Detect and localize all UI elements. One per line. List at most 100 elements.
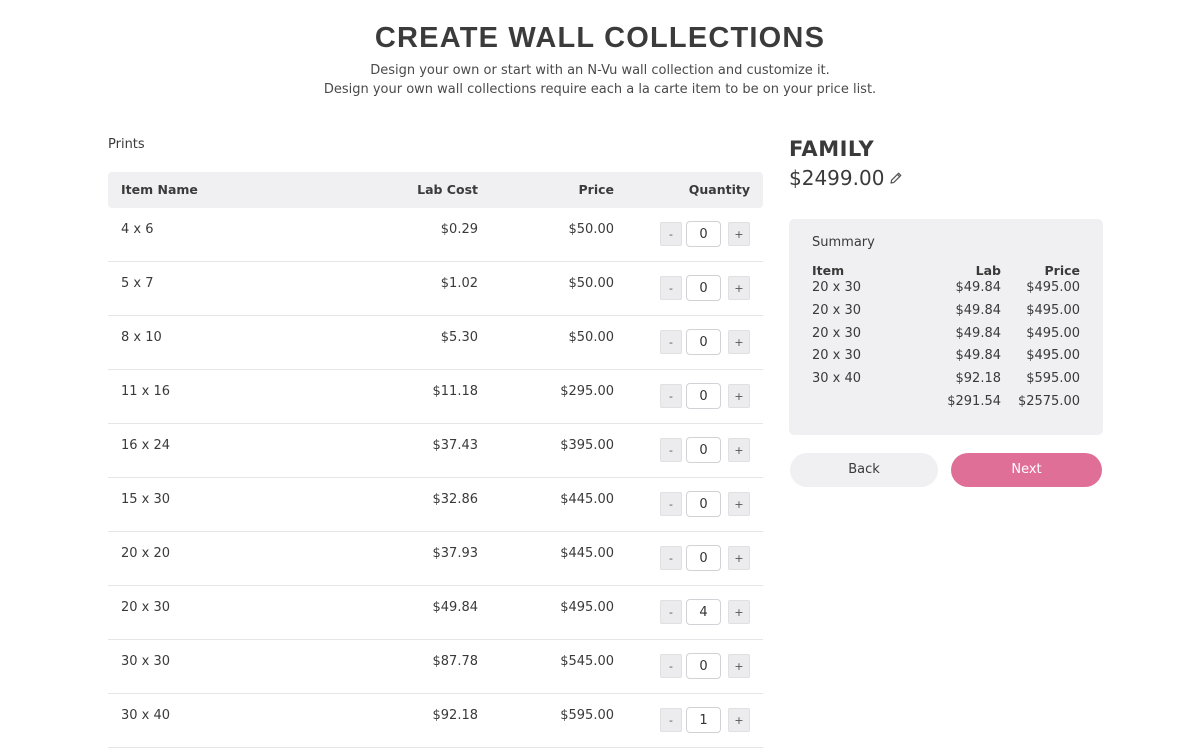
increment-button[interactable]: + <box>728 384 750 408</box>
lab-cost: $87.78 <box>432 654 479 669</box>
collection-name: FAMILY <box>789 137 875 161</box>
decrement-button[interactable]: - <box>660 330 682 354</box>
table-row: 15 x 30$32.86$445.00-+ <box>108 478 763 532</box>
column-header-item-name: Item Name <box>121 182 198 197</box>
quantity-stepper: -+ <box>660 383 750 409</box>
summary-title: Summary <box>812 235 875 250</box>
quantity-input[interactable] <box>686 437 721 463</box>
increment-button[interactable]: + <box>728 708 750 732</box>
increment-button[interactable]: + <box>728 654 750 678</box>
column-header-quantity: Quantity <box>688 182 750 197</box>
summary-price: $495.00 <box>1026 303 1080 318</box>
quantity-input[interactable] <box>686 329 721 355</box>
summary-item: 20 x 30 <box>812 303 862 318</box>
summary-row: 20 x 30 $49.84 $495.00 <box>789 348 1103 368</box>
quantity-stepper: -+ <box>660 221 750 247</box>
summary-row: 20 x 30 $49.84 $495.00 <box>789 326 1103 346</box>
table-row: 20 x 20$37.93$445.00-+ <box>108 532 763 586</box>
increment-button[interactable]: + <box>728 546 750 570</box>
table-row: 30 x 30$87.78$545.00-+ <box>108 640 763 694</box>
summary-price: $495.00 <box>1026 348 1080 363</box>
lab-cost: $49.84 <box>432 600 479 615</box>
lab-cost: $11.18 <box>432 384 479 399</box>
summary-header-item: Item <box>812 263 845 278</box>
quantity-stepper: -+ <box>660 275 750 301</box>
decrement-button[interactable]: - <box>660 384 682 408</box>
table-row: 4 x 6$0.29$50.00-+ <box>108 208 763 262</box>
quantity-stepper: -+ <box>660 545 750 571</box>
summary-lab: $49.84 <box>955 326 1002 341</box>
summary-item: 30 x 40 <box>812 371 862 386</box>
summary-price: $595.00 <box>1026 371 1080 386</box>
quantity-input[interactable] <box>686 599 721 625</box>
decrement-button[interactable]: - <box>660 276 682 300</box>
item-name: 30 x 40 <box>121 708 171 723</box>
quantity-input[interactable] <box>686 275 721 301</box>
item-name: 5 x 7 <box>121 276 154 291</box>
item-name: 20 x 30 <box>121 600 171 615</box>
increment-button[interactable]: + <box>728 222 750 246</box>
summary-row: 20 x 30 $49.84 $495.00 <box>789 303 1103 323</box>
table-row: 30 x 40$92.18$595.00-+ <box>108 694 763 748</box>
summary-row: 20 x 30 $49.84 $495.00 <box>789 280 1103 300</box>
item-price: $395.00 <box>560 438 614 453</box>
decrement-button[interactable]: - <box>660 222 682 246</box>
page-title: CREATE WALL COLLECTIONS <box>374 22 826 54</box>
lab-cost: $5.30 <box>440 330 478 345</box>
item-price: $295.00 <box>560 384 614 399</box>
item-name: 20 x 20 <box>121 546 171 561</box>
prints-table: Item Name Lab Cost Price Quantity 4 x 6 $… <box>108 172 763 748</box>
summary-panel: Summary Item Lab Price 20 x 30 $49.84 $495… <box>789 219 1103 435</box>
decrement-button[interactable]: - <box>660 438 682 462</box>
summary-lab: $49.84 <box>955 280 1002 295</box>
lab-cost: $37.93 <box>432 546 479 561</box>
quantity-input[interactable] <box>686 545 721 571</box>
item-name: 16 x 24 <box>121 438 171 453</box>
summary-header-price: Price <box>1044 263 1081 278</box>
column-header-price: Price <box>578 182 615 197</box>
quantity-stepper: -+ <box>660 707 750 733</box>
table-row: 8 x 10$5.30$50.00-+ <box>108 316 763 370</box>
quantity-input[interactable] <box>686 653 721 679</box>
back-button[interactable]: Back <box>790 453 938 487</box>
column-header-lab-cost: Lab Cost <box>417 182 478 197</box>
increment-button[interactable]: + <box>728 330 750 354</box>
quantity-stepper: -+ <box>660 491 750 517</box>
summary-totals-row: $291.54 $2575.00 <box>789 394 1103 414</box>
increment-button[interactable]: + <box>728 492 750 516</box>
quantity-stepper: -+ <box>660 329 750 355</box>
decrement-button[interactable]: - <box>660 492 682 516</box>
decrement-button[interactable]: - <box>660 654 682 678</box>
decrement-button[interactable]: - <box>660 708 682 732</box>
summary-header-lab: Lab <box>975 263 1001 278</box>
item-price: $50.00 <box>568 276 615 291</box>
lab-cost: $92.18 <box>432 708 479 723</box>
item-price: $50.00 <box>568 222 615 237</box>
item-name: 30 x 30 <box>121 654 171 669</box>
summary-item: 20 x 30 <box>812 280 862 295</box>
summary-lab: $49.84 <box>955 348 1002 363</box>
summary-lab: $92.18 <box>955 371 1002 386</box>
item-name: 8 x 10 <box>121 330 162 345</box>
quantity-stepper: -+ <box>660 599 750 625</box>
item-price: $495.00 <box>560 600 614 615</box>
table-row: 11 x 16$11.18$295.00-+ <box>108 370 763 424</box>
quantity-input[interactable] <box>686 491 721 517</box>
next-button[interactable]: Next <box>951 453 1102 487</box>
pencil-icon[interactable] <box>888 170 904 186</box>
increment-button[interactable]: + <box>728 600 750 624</box>
quantity-input[interactable] <box>686 707 721 733</box>
summary-price: $495.00 <box>1026 280 1080 295</box>
lab-cost: $32.86 <box>432 492 479 507</box>
quantity-input[interactable] <box>686 221 721 247</box>
quantity-stepper: -+ <box>660 653 750 679</box>
increment-button[interactable]: + <box>728 438 750 462</box>
summary-total-lab: $291.54 <box>947 394 1001 409</box>
increment-button[interactable]: + <box>728 276 750 300</box>
item-name: 11 x 16 <box>121 384 171 399</box>
item-name: 15 x 30 <box>121 492 171 507</box>
quantity-input[interactable] <box>686 383 721 409</box>
decrement-button[interactable]: - <box>660 546 682 570</box>
decrement-button[interactable]: - <box>660 600 682 624</box>
item-price: $545.00 <box>560 654 614 669</box>
